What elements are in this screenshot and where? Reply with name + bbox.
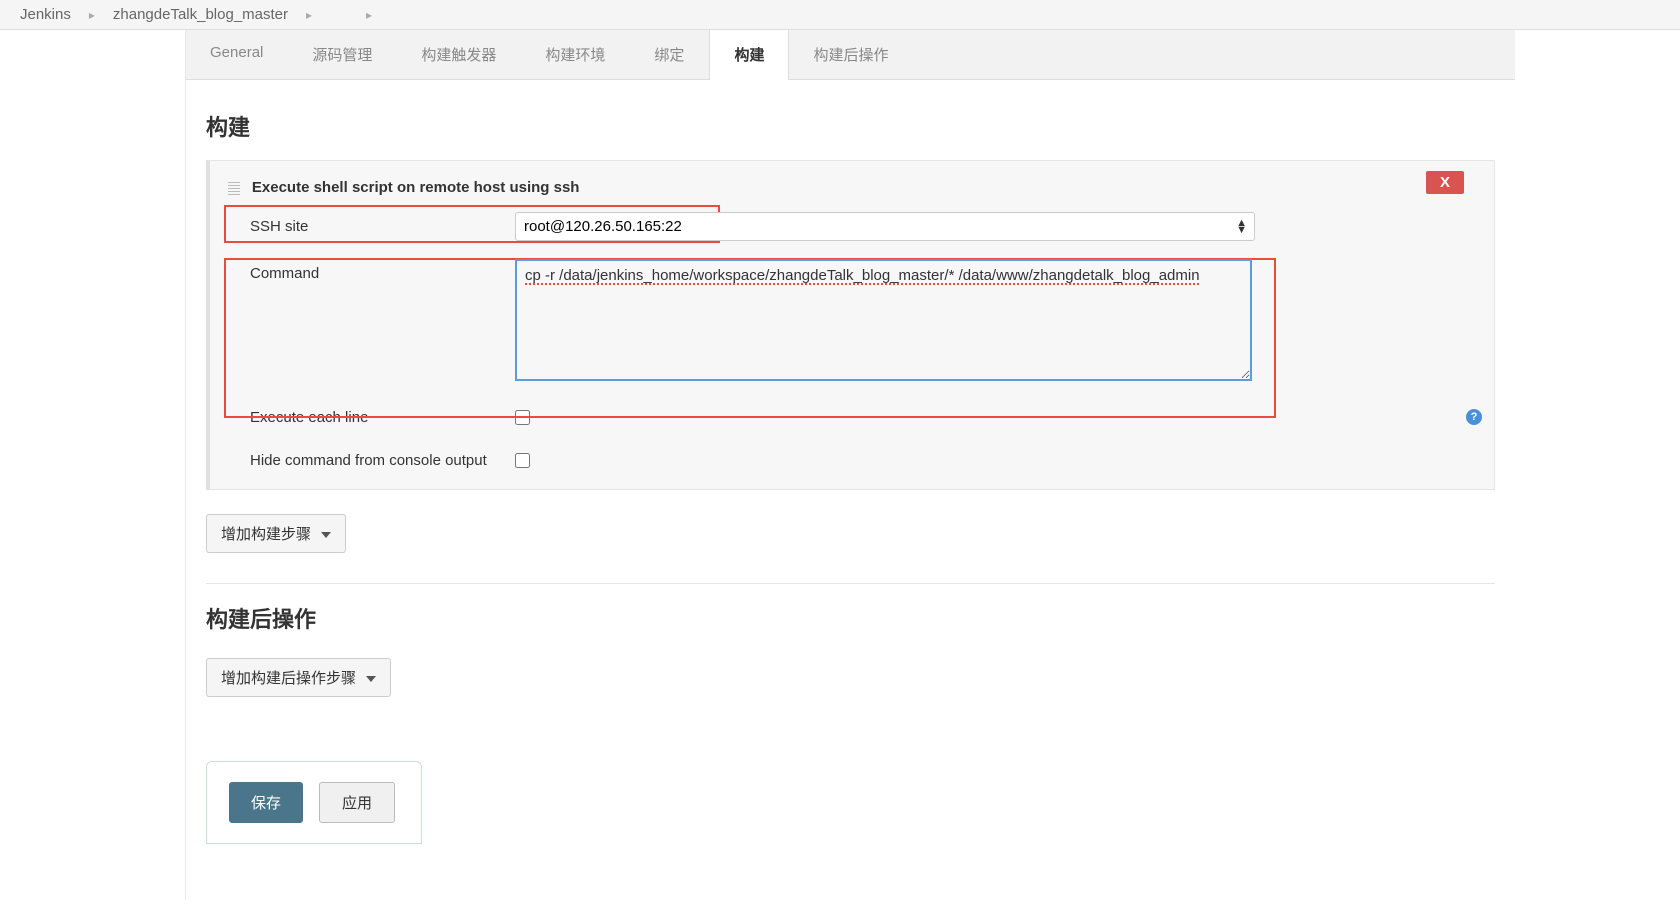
chevron-down-icon: [321, 532, 331, 538]
breadcrumb: Jenkins ▸ zhangdeTalk_blog_master ▸ ▸: [0, 0, 1680, 30]
sshsite-label: SSH site: [228, 212, 515, 235]
add-build-step-label: 增加构建步骤: [221, 523, 311, 544]
build-step-title: Execute shell script on remote host usin…: [252, 179, 580, 196]
command-label: Command: [228, 259, 515, 282]
tab-environment[interactable]: 构建环境: [521, 30, 630, 79]
help-icon[interactable]: ?: [1466, 409, 1482, 425]
section-title-build: 构建: [206, 110, 1495, 142]
sshsite-select[interactable]: root@120.26.50.165:22: [515, 212, 1255, 241]
apply-button[interactable]: 应用: [319, 782, 395, 823]
section-title-postbuild: 构建后操作: [206, 602, 1495, 634]
execute-each-line-label: Execute each line: [228, 409, 515, 426]
hide-command-label: Hide command from console output: [228, 452, 515, 469]
chevron-right-icon: ▸: [89, 8, 95, 22]
tab-general[interactable]: General: [186, 30, 288, 79]
save-button[interactable]: 保存: [229, 782, 303, 823]
chevron-down-icon: [366, 676, 376, 682]
breadcrumb-jenkins[interactable]: Jenkins: [20, 6, 71, 23]
tab-build[interactable]: 构建: [709, 29, 789, 80]
build-step-ssh-exec: X Execute shell script on remote host us…: [206, 160, 1495, 490]
chevron-right-icon: ▸: [366, 8, 372, 22]
add-postbuild-step-label: 增加构建后操作步骤: [221, 667, 356, 688]
add-build-step-button[interactable]: 增加构建步骤: [206, 514, 346, 553]
command-textarea[interactable]: cp -r /data/jenkins_home/workspace/zhang…: [515, 259, 1252, 381]
execute-each-line-checkbox[interactable]: [515, 410, 530, 425]
tab-postbuild[interactable]: 构建后操作: [789, 30, 913, 79]
config-tabs: General 源码管理 构建触发器 构建环境 绑定 构建 构建后操作: [186, 30, 1515, 80]
breadcrumb-project[interactable]: zhangdeTalk_blog_master: [113, 6, 288, 23]
hide-command-checkbox[interactable]: [515, 453, 530, 468]
add-postbuild-step-button[interactable]: 增加构建后操作步骤: [206, 658, 391, 697]
tab-bindings[interactable]: 绑定: [630, 30, 709, 79]
tab-scm[interactable]: 源码管理: [288, 30, 397, 79]
drag-handle-icon[interactable]: [228, 181, 240, 195]
section-divider: [206, 583, 1495, 584]
delete-build-step-button[interactable]: X: [1426, 171, 1464, 194]
tab-triggers[interactable]: 构建触发器: [397, 30, 521, 79]
footer-actions: 保存 应用: [206, 761, 422, 844]
chevron-right-icon: ▸: [306, 8, 312, 22]
